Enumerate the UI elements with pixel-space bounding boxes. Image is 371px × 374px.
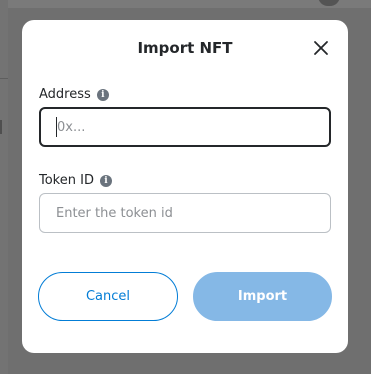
import-button[interactable]: Import xyxy=(193,272,332,321)
token-id-label-text: Token ID xyxy=(39,173,94,188)
background-header xyxy=(0,0,371,8)
background-divider xyxy=(0,78,8,79)
modal-title: Import NFT xyxy=(137,39,233,57)
address-input[interactable] xyxy=(39,107,331,147)
close-button[interactable] xyxy=(312,39,330,57)
address-label-text: Address xyxy=(39,87,91,102)
text-cursor xyxy=(56,117,57,137)
background-panel xyxy=(0,0,8,374)
background-text-fragment xyxy=(0,120,10,134)
info-icon[interactable]: i xyxy=(99,175,112,187)
close-icon xyxy=(314,41,328,55)
address-label: Address i xyxy=(39,87,109,103)
info-icon[interactable]: i xyxy=(96,89,109,101)
token-id-label: Token ID i xyxy=(39,173,112,189)
import-nft-modal: Import NFT Address i Token ID i Cancel I… xyxy=(22,20,348,353)
cancel-button[interactable]: Cancel xyxy=(38,272,178,321)
token-id-input[interactable] xyxy=(39,193,331,233)
